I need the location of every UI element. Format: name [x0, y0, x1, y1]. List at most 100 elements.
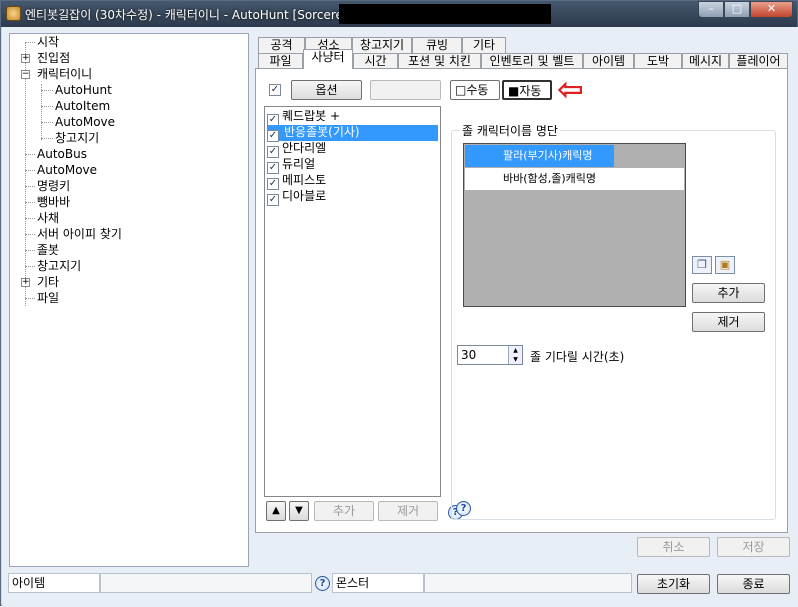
redacted-title-area [339, 4, 551, 24]
wait-time-value[interactable]: 30 [461, 348, 476, 362]
move-down-button[interactable]: ▼ [289, 501, 309, 521]
tab-attack[interactable]: 공격 [258, 37, 305, 54]
status-monster-value [424, 573, 632, 593]
auto-mode-button[interactable]: ■자동 [502, 80, 552, 100]
spin-up-icon[interactable]: ▲ [508, 346, 522, 355]
tree-item-automove-2[interactable]: AutoMove [37, 163, 97, 177]
list-item-label: 퀘드랍봇 + [282, 109, 341, 123]
spin-down-icon[interactable]: ▼ [508, 355, 522, 364]
follower-group-title: 졸 캐릭터이름 명단 [460, 122, 560, 139]
help-icon[interactable]: ? [315, 576, 330, 591]
remove-follower-button[interactable]: 제거 [692, 312, 765, 332]
paste-icon[interactable]: ▣ [715, 256, 735, 274]
tree-item-hotkeys[interactable]: 명령키 [37, 179, 70, 193]
exit-button[interactable]: 종료 [717, 574, 790, 594]
list-item-label: 디아블로 [282, 189, 327, 203]
tree-item-stash-keeper[interactable]: 창고지기 [55, 131, 99, 145]
options-button[interactable]: 옵션 [291, 80, 362, 100]
navigation-tree[interactable]: 시작 + 진입점 − 캐릭터이니 AutoHunt AutoItem AutoM… [9, 33, 249, 567]
expand-icon[interactable]: + [21, 54, 30, 63]
tree-branch [25, 154, 35, 155]
tab-stash-keeper[interactable]: 창고지기 [352, 37, 412, 54]
list-item-label: 안다리엘 [282, 141, 327, 155]
move-up-button[interactable]: ▲ [266, 501, 286, 521]
tree-branch [41, 90, 53, 91]
wait-time-spinner[interactable]: 30 ▲ ▼ [457, 345, 523, 365]
tree-item-automove[interactable]: AutoMove [55, 115, 115, 129]
tree-guide-line [41, 84, 42, 140]
blank-disabled-button [370, 80, 441, 100]
client-area: 시작 + 진입점 − 캐릭터이니 AutoHunt AutoItem AutoM… [2, 27, 798, 607]
wait-time-label: 졸 기다릴 시간(초) [530, 350, 625, 364]
tree-item-etc[interactable]: 기타 [37, 275, 59, 289]
status-monster-label: 몬스터 [332, 573, 424, 593]
unchecked-icon: □ [455, 83, 467, 97]
remove-area-button[interactable]: 제거 [378, 501, 438, 521]
tree-branch [41, 122, 53, 123]
tree-item-bbangbaba[interactable]: 뺑바바 [37, 195, 70, 209]
tree-item-autobus[interactable]: AutoBus [37, 147, 87, 161]
tree-item-autoitem[interactable]: AutoItem [55, 99, 110, 113]
title-bar[interactable]: 엔티봇길잡이 (30차수정) - 캐릭터이니 - AutoHunt [Sorce… [1, 1, 797, 27]
follower-name-list[interactable]: 팔라(부기사)캐릭명 바바(함성,졸)캐릭명 [463, 143, 686, 307]
select-all-checkbox[interactable]: ✓ [269, 84, 281, 96]
expand-icon[interactable]: + [21, 278, 30, 287]
hunting-ground-panel: ✓ 옵션 ✓ 퀘드랍봇 + ✓ 반응졸봇(기사) ✓ 안다리엘 ✓ 듀리얼 ✓ 메피스토 [255, 68, 788, 533]
tree-branch [25, 234, 35, 235]
follower-name-item[interactable]: 바바(함성,졸)캐릭명 [465, 168, 684, 190]
tree-item-start[interactable]: 시작 [37, 35, 59, 49]
tree-branch [25, 266, 35, 267]
follower-name-item-selected[interactable]: 팔라(부기사)캐릭명 [465, 145, 614, 167]
tree-branch [25, 202, 35, 203]
close-button[interactable]: ✕ [750, 1, 793, 18]
manual-mode-button[interactable]: □수동 [450, 80, 500, 100]
add-area-button[interactable]: 추가 [314, 501, 374, 521]
tab-hunting-ground[interactable]: 사냥터 [303, 49, 353, 69]
list-item-checkbox[interactable]: ✓ [267, 194, 279, 206]
main-window: 엔티봇길잡이 (30차수정) - 캐릭터이니 - AutoHunt [Sorce… [0, 0, 798, 607]
tree-item-follower-bot[interactable]: 졸봇 [37, 243, 59, 257]
checked-icon: ■ [508, 84, 520, 98]
red-arrow-icon: ⇦ [557, 70, 584, 108]
tree-item-loan[interactable]: 사채 [37, 211, 59, 225]
copy-icon[interactable]: ❐ [692, 256, 712, 274]
minimize-button[interactable]: – [698, 1, 724, 18]
hunting-area-list[interactable]: ✓ 퀘드랍봇 + ✓ 반응졸봇(기사) ✓ 안다리엘 ✓ 듀리얼 ✓ 메피스토 ✓ 디아블로 [264, 106, 441, 497]
help-icon[interactable]: ? [456, 501, 471, 516]
cancel-button[interactable]: 취소 [637, 537, 710, 557]
list-item-selected[interactable]: ✓ 반응졸봇(기사) [267, 125, 438, 142]
reset-button[interactable]: 초기화 [637, 574, 710, 594]
auto-mode-label: 자동 [519, 84, 542, 98]
collapse-icon[interactable]: − [21, 70, 30, 79]
list-item[interactable]: ✓ 퀘드랍봇 + [267, 109, 341, 126]
tree-branch [25, 186, 35, 187]
list-item-label: 반응졸봇(기사) [282, 125, 362, 139]
tree-branch [41, 106, 53, 107]
list-item-label: 듀리얼 [282, 157, 316, 171]
save-button[interactable]: 저장 [717, 537, 790, 557]
tree-branch [25, 170, 35, 171]
tree-item-file[interactable]: 파일 [37, 291, 59, 305]
list-item[interactable]: ✓ 안다리엘 [267, 141, 327, 158]
add-follower-button[interactable]: 추가 [692, 283, 765, 303]
list-item-label: 메피스토 [282, 173, 327, 187]
list-item[interactable]: ✓ 듀리얼 [267, 157, 316, 174]
tab-cubing[interactable]: 큐빙 [412, 37, 462, 54]
maximize-button[interactable]: □ [724, 1, 750, 18]
tree-item-entry[interactable]: 진입점 [37, 51, 70, 65]
tree-branch [25, 250, 35, 251]
list-item[interactable]: ✓ 메피스토 [267, 173, 327, 190]
window-title: 엔티봇길잡이 (30차수정) - 캐릭터이니 - AutoHunt [Sorce… [25, 8, 356, 22]
app-icon [6, 6, 21, 21]
tree-branch [41, 138, 53, 139]
tree-branch [25, 298, 35, 299]
tree-branch [25, 218, 35, 219]
tree-item-autohunt[interactable]: AutoHunt [55, 83, 112, 97]
tree-item-stash-keeper-2[interactable]: 창고지기 [37, 259, 81, 273]
tree-item-server-ip[interactable]: 서버 아이피 찾기 [37, 227, 122, 241]
manual-mode-label: 수동 [466, 83, 489, 97]
tree-item-character[interactable]: 캐릭터이니 [37, 67, 92, 81]
tab-etc[interactable]: 기타 [462, 37, 506, 54]
status-item-value [100, 573, 312, 593]
list-item[interactable]: ✓ 디아블로 [267, 189, 327, 206]
